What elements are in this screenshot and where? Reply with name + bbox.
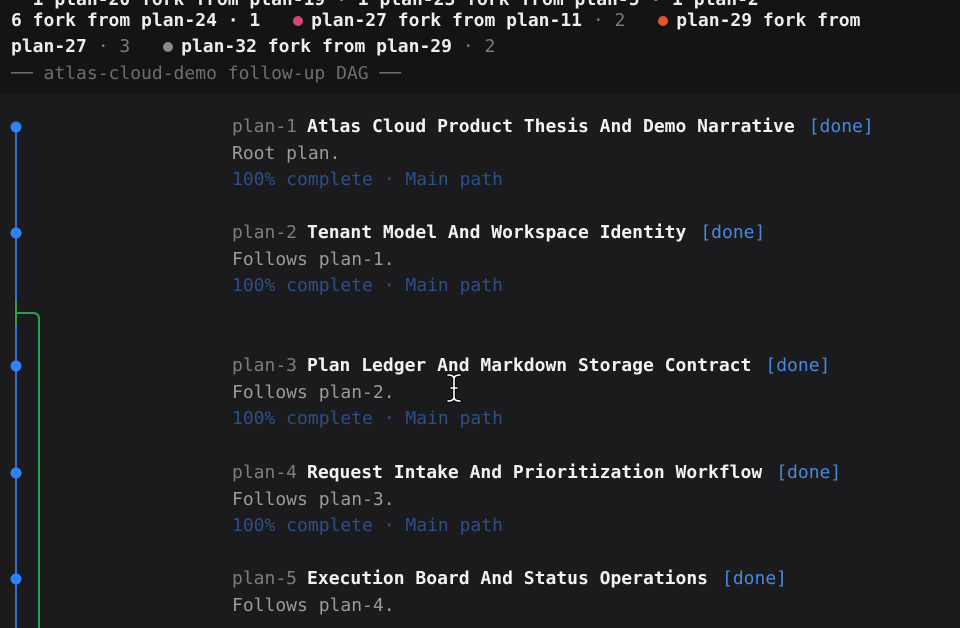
plan-node-dot[interactable]: [10, 360, 22, 372]
plan-note: Follows plan-1.: [232, 248, 395, 270]
plan-note: Follows plan-4.: [232, 594, 395, 616]
text-cursor-icon: [446, 373, 462, 403]
plan-node-dot[interactable]: [10, 227, 22, 239]
plan-id: plan-3: [232, 355, 298, 376]
plan-node-dot[interactable]: [10, 573, 22, 585]
fork-entry-plan-29-parent: plan-27: [11, 36, 87, 57]
fork-entry-plan-26: 6 fork from plan-24 · 1: [11, 10, 261, 31]
fork-count: · 2: [462, 36, 496, 57]
fork-summary-line-1: 6 fork from plan-24 · 1 plan-27 fork fro…: [11, 8, 860, 34]
fork-count: · 2: [592, 10, 626, 31]
fork-entry-plan-29[interactable]: plan-29 fork from: [676, 10, 860, 31]
fork-dot-icon: [293, 15, 304, 26]
plan-note: Follows plan-2.: [232, 381, 395, 403]
fork-summary-header: ─ 1 plan-20 fork from plan-19 · 1 plan-2…: [0, 0, 960, 94]
plan-title[interactable]: Atlas Cloud Product Thesis And Demo Narr…: [307, 116, 795, 137]
plan-note: Follows plan-3.: [232, 488, 395, 510]
plan-id: plan-5: [232, 568, 298, 589]
plan-entry-1[interactable]: plan-1 Atlas Cloud Product Thesis And Dem…: [232, 114, 874, 194]
plan-note: Root plan.: [232, 142, 341, 164]
plan-id: plan-2: [232, 222, 298, 243]
plan-entry-5[interactable]: plan-5 Execution Board And Status Operati…: [232, 566, 787, 619]
plan-title[interactable]: Plan Ledger And Markdown Storage Contrac…: [307, 355, 751, 376]
plan-title[interactable]: Tenant Model And Workspace Identity: [307, 222, 686, 243]
plan-node-dot[interactable]: [10, 121, 22, 133]
plan-id: plan-4: [232, 462, 298, 483]
fork-count: · 3: [97, 36, 131, 57]
plan-id: plan-1: [232, 116, 298, 137]
fork-dot-icon: [658, 15, 669, 26]
plan-entry-3[interactable]: plan-3 Plan Ledger And Markdown Storage C…: [232, 353, 830, 433]
plan-node-dot[interactable]: [10, 467, 22, 479]
dag-graph: [10, 121, 40, 628]
plan-progress: 100% complete · Main path: [232, 169, 503, 190]
fork-entry-plan-32[interactable]: plan-32 fork from plan-29: [181, 36, 452, 57]
status-badge: [done]: [776, 462, 842, 483]
status-badge: [done]: [765, 355, 831, 376]
dag-view: plan-1 Atlas Cloud Product Thesis And Dem…: [0, 94, 960, 628]
fork-entry-plan-27[interactable]: plan-27 fork from plan-11: [311, 10, 582, 31]
status-badge: [done]: [700, 222, 766, 243]
plan-progress: 100% complete · Main path: [232, 275, 503, 296]
fork-dot-icon: [163, 41, 174, 52]
plan-title[interactable]: Execution Board And Status Operations: [307, 568, 708, 589]
plan-progress: 100% complete · Main path: [232, 408, 503, 429]
plan-progress: 100% complete · Main path: [232, 515, 503, 536]
dag-section-label: ── atlas-cloud-demo follow-up DAG ──: [11, 63, 402, 84]
plan-entry-4[interactable]: plan-4 Request Intake And Prioritization …: [232, 460, 841, 540]
plan-title[interactable]: Request Intake And Prioritization Workfl…: [307, 462, 762, 483]
status-badge: [done]: [722, 568, 788, 589]
fork-summary-line-2: plan-27 · 3 plan-32 fork from plan-29 · …: [11, 34, 495, 60]
status-badge: [done]: [808, 116, 874, 137]
plan-entry-2[interactable]: plan-2 Tenant Model And Workspace Identit…: [232, 220, 765, 300]
